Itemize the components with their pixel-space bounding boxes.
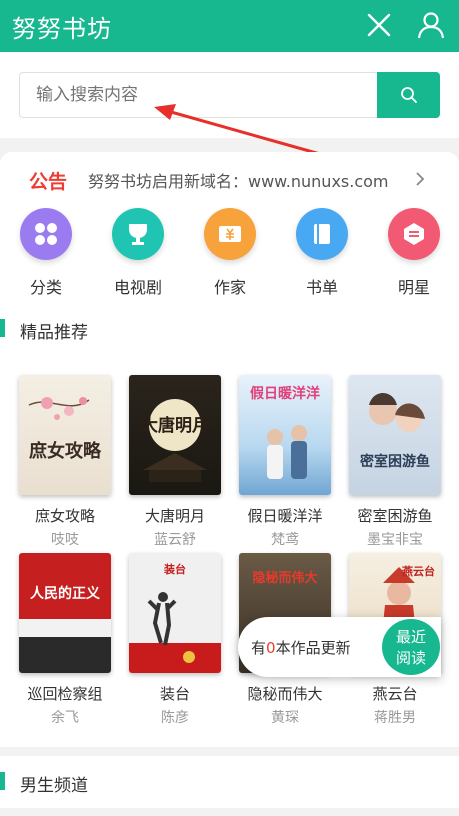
app-title: 努努书坊: [12, 15, 112, 43]
category-item-author[interactable]: 作家: [195, 208, 265, 298]
book-card[interactable]: 大唐明月 大唐明月 蓝云舒: [129, 375, 221, 549]
category-label: 书单: [305, 278, 338, 297]
category-item-booklist[interactable]: 书单: [287, 208, 357, 298]
divider: [0, 808, 459, 816]
book-cover: 密室困游鱼: [349, 375, 441, 495]
cover-title: 庶女攻略: [29, 441, 101, 462]
book-title: 假日暖洋洋: [247, 507, 323, 525]
section-title: 精品推荐: [20, 323, 88, 343]
book-card[interactable]: 庶女攻略 庶女攻略 吱吱: [19, 375, 111, 549]
grid-icon: [20, 208, 72, 260]
category-item-star[interactable]: 明星: [379, 208, 449, 298]
book-author: 墨宝非宝: [367, 532, 423, 548]
update-count: 0: [266, 639, 276, 657]
section-marker: [0, 319, 5, 337]
ticket-icon: [204, 208, 256, 260]
book-title: 密室困游鱼: [357, 507, 433, 525]
cover-title: 隐秘而伟大: [252, 571, 318, 586]
cover-title: 燕云台: [402, 565, 435, 578]
cover-title: 假日暖洋洋: [250, 386, 320, 402]
cover-title: 人民的正义: [30, 586, 100, 602]
book-card[interactable]: 密室困游鱼 密室困游鱼 墨宝非宝: [349, 375, 441, 549]
notice-tag: 公告: [29, 171, 68, 193]
category-item-fenlei[interactable]: 分类: [11, 208, 81, 298]
category-item-tv[interactable]: 电视剧: [103, 208, 173, 298]
trophy-icon: [112, 208, 164, 260]
search-button[interactable]: [377, 72, 440, 118]
section-title: 男生频道: [20, 776, 88, 796]
update-notice-pill: 有0本作品更新 最近 阅读: [238, 617, 441, 677]
notice-bar[interactable]: 公告 努努书坊启用新域名：www.nunuxs.com: [0, 152, 459, 206]
close-icon[interactable]: [364, 10, 394, 40]
book-cover: 假日暖洋洋: [239, 375, 331, 495]
book-cover: 装台: [129, 553, 221, 673]
book-title: 装台: [159, 685, 190, 703]
book-author: 蒋胜男: [374, 710, 416, 726]
notice-text: 努努书坊启用新域名：www.nunuxs.com: [88, 172, 389, 191]
book-card[interactable]: 人民的正义 巡回检察组 余飞: [19, 553, 111, 727]
book-cover: 人民的正义: [19, 553, 111, 673]
annotation-arrow: [154, 104, 322, 156]
featured-section-header: 精品推荐: [0, 302, 459, 354]
book-title: 庶女攻略: [34, 507, 95, 525]
category-label: 分类: [29, 278, 62, 297]
cover-title: 装台: [164, 563, 186, 576]
book-icon: [296, 208, 348, 260]
section-marker: [0, 772, 5, 790]
search-icon: [401, 87, 417, 103]
app-header: 努努书坊: [0, 0, 459, 52]
featured-book-grid: 庶女攻略 庶女攻略 吱吱 大唐明月 大唐明月 蓝云舒 假日暖洋洋 假日暖洋洋 梵…: [0, 354, 459, 747]
book-author: 梵鸢: [271, 532, 299, 548]
book-title: 巡回检察组: [27, 685, 103, 703]
badge-icon: [388, 208, 440, 260]
book-cover: 大唐明月: [129, 375, 221, 495]
update-text: 有0本作品更新: [251, 639, 351, 657]
chevron-right-icon: [416, 172, 425, 186]
book-cover: 庶女攻略: [19, 375, 111, 495]
category-label: 作家: [213, 278, 246, 297]
book-card[interactable]: 假日暖洋洋 假日暖洋洋 梵鸢: [239, 375, 331, 549]
book-title: 燕云台: [372, 685, 418, 703]
book-author: 吱吱: [51, 532, 79, 548]
book-title: 隐秘而伟大: [247, 685, 323, 703]
cover-title: 密室困游鱼: [360, 454, 430, 470]
book-author: 蓝云舒: [154, 532, 196, 548]
cover-title: 大唐明月: [141, 416, 209, 436]
user-icon[interactable]: [416, 10, 446, 40]
book-author: 陈彦: [161, 710, 189, 726]
book-author: 黄琛: [271, 710, 299, 726]
book-title: 大唐明月: [144, 507, 205, 525]
recent-reading-button[interactable]: 最近 阅读: [382, 619, 440, 675]
male-channel-header: 男生频道: [0, 756, 459, 808]
category-nav: 分类 电视剧 作家 书单 明星: [0, 206, 459, 302]
book-author: 余飞: [51, 710, 79, 726]
book-card[interactable]: 装台 装台 陈彦: [129, 553, 221, 727]
category-label: 明星: [397, 278, 430, 297]
category-label: 电视剧: [113, 278, 162, 297]
